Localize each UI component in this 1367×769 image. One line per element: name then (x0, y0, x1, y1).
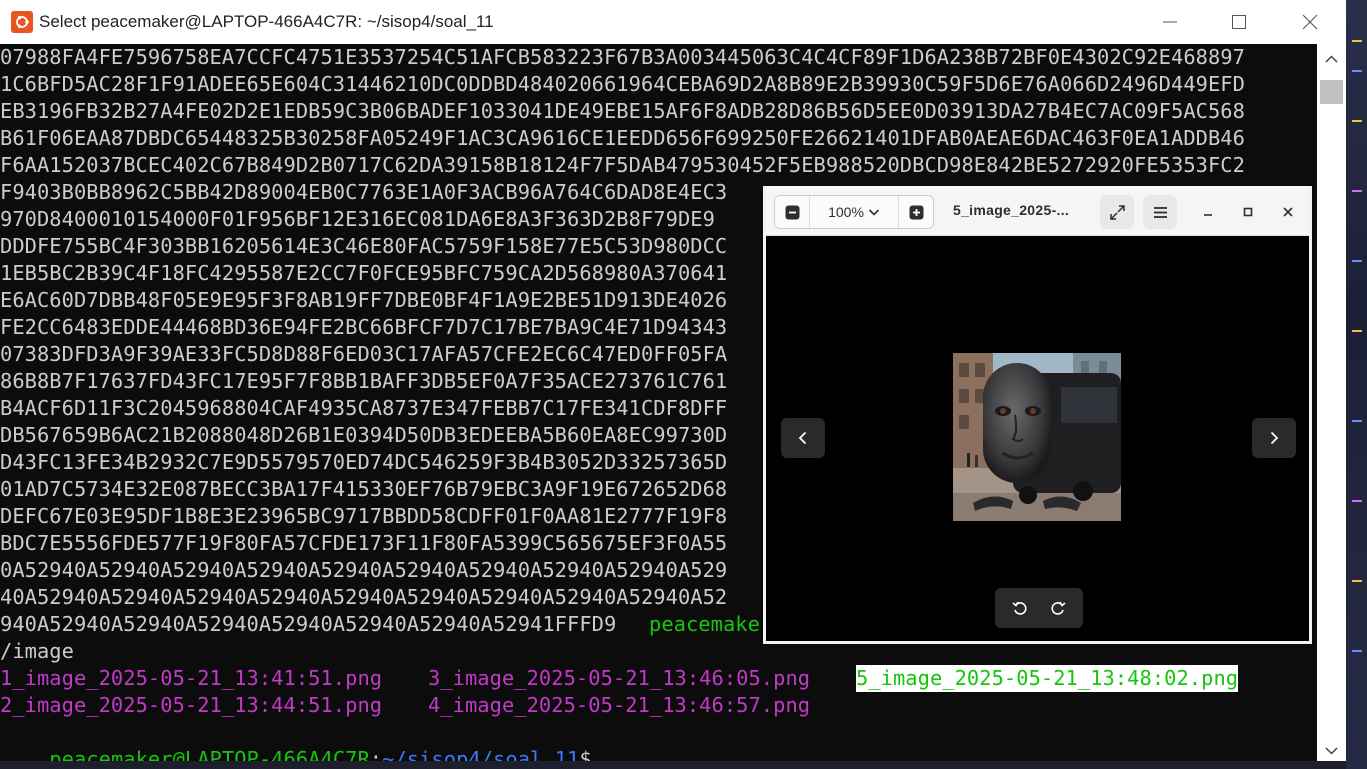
prompt-fragment: peacemake (649, 612, 760, 636)
scroll-down-icon[interactable] (1324, 743, 1339, 758)
hex-dump-line: F6AA152037BCEC402C67B849D2B0717C62DA3915… (0, 153, 1245, 177)
zoom-out-icon (785, 205, 799, 219)
scroll-up-icon[interactable] (1324, 52, 1339, 67)
terminal-titlebar[interactable]: Select peacemaker@LAPTOP-466A4C7R: ~/sis… (0, 0, 1346, 44)
terminal-scrollbar[interactable] (1317, 44, 1346, 761)
fullscreen-icon (1109, 204, 1125, 220)
chevron-left-icon (798, 431, 807, 445)
maximize-icon (1232, 15, 1246, 29)
close-icon (1283, 207, 1293, 217)
zoom-in-icon (909, 205, 923, 219)
rotate-right-icon[interactable] (1049, 599, 1067, 617)
rotate-left-icon[interactable] (1011, 599, 1029, 617)
hex-dump-line: 07988FA4FE7596758EA7CCFC4751E3537254C51A… (0, 45, 1245, 69)
hamburger-menu-icon (1153, 206, 1167, 218)
main-menu-button[interactable] (1143, 195, 1177, 229)
prompt-user-host: peacemaker@LAPTOP-466A4C7R (49, 747, 370, 761)
close-icon (1302, 14, 1318, 30)
viewer-title: 5_image_2025-... (953, 202, 1070, 218)
zoom-level-dropdown[interactable]: 100% (809, 196, 899, 228)
viewer-minimize-button[interactable] (1197, 201, 1219, 223)
prompt-symbol: $ (579, 747, 592, 761)
window-title: Select peacemaker@LAPTOP-466A4C7R: ~/sis… (39, 12, 494, 31)
path-line: /image (0, 639, 74, 663)
viewer-maximize-button[interactable] (1237, 201, 1259, 223)
minimize-icon (1163, 21, 1177, 23)
hex-dump-line: EB3196FB32B27A4FE02D2E1EDB59C3B06BADEF10… (0, 99, 1245, 123)
maximize-icon (1243, 207, 1253, 217)
chevron-right-icon (1270, 431, 1279, 445)
rotate-controls (995, 588, 1083, 628)
zoom-level: 100% (828, 204, 864, 220)
close-button[interactable] (1276, 0, 1344, 44)
file-listing-item: 2_image_2025-05-21_13:44:51.png (0, 693, 383, 717)
image-viewer-window[interactable]: 100% 5_image_2025-... (763, 186, 1312, 644)
next-image-button[interactable] (1252, 418, 1296, 458)
scroll-thumb[interactable] (1320, 80, 1343, 104)
zoom-control: 100% (774, 195, 934, 229)
hex-dump-line: 1C6BFD5AC28F1F91ADEE65E604C31446210DC0DD… (0, 72, 1245, 96)
background-window-edge (1346, 0, 1367, 769)
viewer-headerbar[interactable]: 100% 5_image_2025-... (766, 186, 1309, 236)
previous-image-button[interactable] (781, 418, 825, 458)
viewer-close-button[interactable] (1277, 201, 1299, 223)
file-listing-item: 1_image_2025-05-21_13:41:51.png (0, 666, 383, 690)
bus-with-face-image (953, 353, 1121, 521)
minimize-button[interactable] (1136, 0, 1204, 44)
zoom-out-button[interactable] (775, 196, 809, 228)
prompt-separator: : (369, 747, 383, 761)
shell-prompt: peacemaker@LAPTOP-466A4C7R:~/sisop4/soal… (0, 719, 592, 761)
fullscreen-button[interactable] (1100, 195, 1134, 229)
ubuntu-icon (11, 11, 33, 33)
file-listing-item: 3_image_2025-05-21_13:46:05.png (428, 666, 811, 690)
prompt-path: ~/sisop4/soal_11 (382, 747, 580, 761)
file-listing-item: 4_image_2025-05-21_13:46:57.png (428, 693, 811, 717)
minimize-icon (1204, 214, 1212, 216)
maximize-button[interactable] (1205, 0, 1273, 44)
chevron-down-icon (868, 209, 879, 216)
taskbar-edge (0, 761, 1346, 769)
file-listing-item-highlighted: 5_image_2025-05-21_13:48:02.png (856, 665, 1239, 692)
zoom-in-button[interactable] (899, 196, 933, 228)
hex-dump-line: B61F06EAA87DBDC65448325B30258FA05249F1AC… (0, 126, 1245, 150)
